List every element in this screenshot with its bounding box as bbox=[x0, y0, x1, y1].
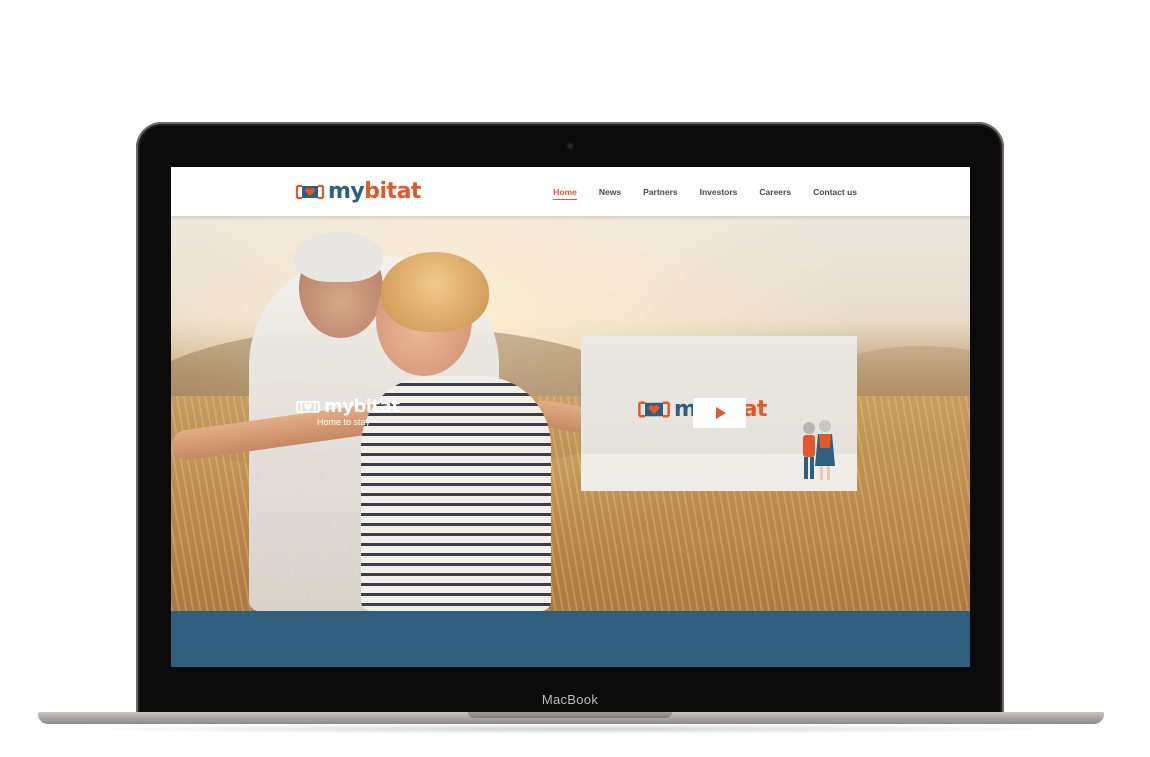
camera-icon bbox=[566, 142, 574, 150]
nav-partners[interactable]: Partners bbox=[643, 187, 678, 200]
site-logo[interactable]: mybitat bbox=[295, 179, 421, 205]
logo-house-icon bbox=[295, 184, 325, 200]
hero-photo-man-hair bbox=[295, 232, 383, 282]
laptop-shadow bbox=[60, 724, 1082, 734]
device-label: MacBook bbox=[541, 692, 599, 707]
play-button[interactable] bbox=[693, 398, 746, 428]
play-icon bbox=[715, 407, 726, 419]
nav-news[interactable]: News bbox=[599, 187, 621, 200]
logo-house-icon bbox=[296, 400, 320, 413]
nav-home[interactable]: Home bbox=[553, 187, 577, 200]
hero-logo-text: mybitat bbox=[324, 396, 400, 417]
hero-section: mybitat Home to stay mybitat bbox=[171, 216, 970, 611]
hero-tagline: Home to stay bbox=[317, 417, 371, 427]
site-header: mybitat Home News Partners Investors Car… bbox=[171, 167, 970, 216]
hero-logo: mybitat bbox=[295, 396, 400, 417]
blue-band-section bbox=[171, 611, 970, 667]
nav-careers[interactable]: Careers bbox=[759, 187, 791, 200]
video-player[interactable]: mybitat bbox=[581, 336, 857, 491]
elderly-couple-illustration bbox=[803, 420, 835, 480]
main-nav: Home News Partners Investors Careers Con… bbox=[553, 187, 857, 200]
hero-photo-woman-hair bbox=[381, 252, 489, 332]
nav-investors[interactable]: Investors bbox=[700, 187, 738, 200]
logo-wordmark: mybitat bbox=[328, 179, 421, 204]
nav-contact-us[interactable]: Contact us bbox=[813, 187, 857, 200]
browser-screen: mybitat Home News Partners Investors Car… bbox=[171, 167, 970, 667]
logo-house-icon bbox=[638, 401, 670, 418]
laptop-base-notch bbox=[468, 712, 672, 718]
